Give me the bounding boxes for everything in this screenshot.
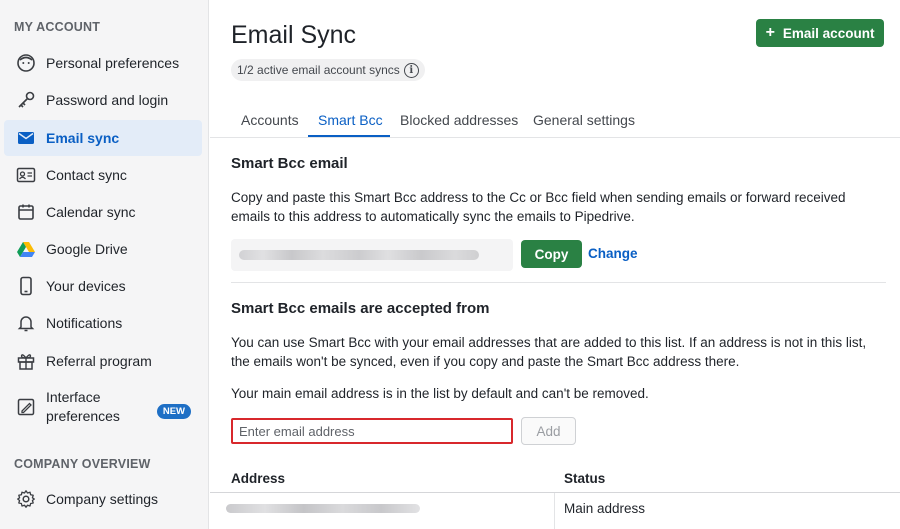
sidebar-item-calendar-sync[interactable]: Calendar sync <box>4 194 202 230</box>
smart-bcc-description: Copy and paste this Smart Bcc address to… <box>231 190 846 224</box>
calendar-icon <box>16 202 36 222</box>
sync-status-text: 1/2 active email account syncs <box>237 63 400 77</box>
active-tab-indicator <box>308 135 390 137</box>
sidebar-item-referral-program[interactable]: Referral program <box>4 343 202 379</box>
accepted-from-heading: Smart Bcc emails are accepted from <box>231 300 490 317</box>
plus-icon: + <box>765 24 775 41</box>
sidebar-item-password-login[interactable]: Password and login <box>4 82 202 118</box>
tabs-bar: Accounts Smart Bcc Blocked addresses Gen… <box>210 104 900 138</box>
redacted-address <box>226 504 420 513</box>
sidebar-item-personal-preferences[interactable]: Personal preferences <box>4 45 202 81</box>
sidebar-item-label: Email sync <box>46 129 120 146</box>
email-address-input[interactable] <box>231 418 513 444</box>
sidebar-item-contact-sync[interactable]: Contact sync <box>4 157 202 193</box>
sidebar-item-label: Password and login <box>46 91 169 108</box>
copy-button[interactable]: Copy <box>521 240 582 268</box>
sidebar-item-company-settings[interactable]: Company settings <box>4 481 202 517</box>
settings-sidebar: MY ACCOUNT Personal preferences Password… <box>0 0 209 529</box>
column-header-address: Address <box>231 471 286 486</box>
table-header-divider <box>210 492 900 493</box>
main-address-note: Your main email address is in the list b… <box>231 386 649 401</box>
section-company-overview: COMPANY OVERVIEW <box>14 457 151 471</box>
new-badge: NEW <box>156 404 191 419</box>
sidebar-item-notifications[interactable]: Notifications <box>4 305 202 341</box>
table-cell-status: Main address <box>564 501 646 516</box>
contact-card-icon <box>16 165 36 185</box>
accepted-from-description: You can use Smart Bcc with your email ad… <box>231 335 867 369</box>
change-link[interactable]: Change <box>588 246 638 261</box>
sidebar-item-your-devices[interactable]: Your devices <box>4 268 202 304</box>
interface-edit-icon <box>16 397 36 417</box>
sidebar-item-label: Personal preferences <box>46 54 180 71</box>
face-icon <box>16 53 36 73</box>
key-icon <box>16 90 36 110</box>
google-drive-icon <box>16 239 36 259</box>
smart-bcc-heading: Smart Bcc email <box>231 155 348 172</box>
sync-status-pill: 1/2 active email account syncs i <box>231 59 425 81</box>
page-title: Email Sync <box>231 21 357 49</box>
phone-icon <box>16 276 36 296</box>
sidebar-item-label: Company settings <box>46 490 159 507</box>
gift-icon <box>16 351 36 371</box>
add-email-account-label: Email account <box>782 25 875 41</box>
sidebar-item-label: Calendar sync <box>46 203 136 220</box>
section-divider <box>231 282 886 283</box>
info-icon[interactable]: i <box>403 62 419 78</box>
add-email-account-button[interactable]: + Email account <box>756 19 884 47</box>
sidebar-item-label: Interface preferences <box>46 389 120 424</box>
tab-accounts[interactable]: Accounts <box>241 112 299 128</box>
column-separator <box>554 493 555 529</box>
smart-bcc-address-field <box>231 239 513 271</box>
column-header-status: Status <box>564 471 606 486</box>
sidebar-item-label: Referral program <box>46 352 152 369</box>
gear-icon <box>16 489 36 509</box>
redacted-email <box>239 250 479 260</box>
section-my-account: MY ACCOUNT <box>14 20 101 34</box>
tab-general-settings[interactable]: General settings <box>533 112 635 128</box>
sidebar-item-interface-preferences[interactable]: Interface preferences NEW <box>4 384 202 430</box>
sidebar-item-google-drive[interactable]: Google Drive <box>4 231 202 267</box>
main-content: Email Sync + Email account 1/2 active em… <box>210 0 900 529</box>
add-address-button[interactable]: Add <box>521 417 576 445</box>
sidebar-item-label: Notifications <box>46 314 123 331</box>
tab-smart-bcc[interactable]: Smart Bcc <box>318 112 383 128</box>
sidebar-item-label: Your devices <box>46 277 126 294</box>
mail-icon <box>16 128 36 148</box>
sidebar-item-label: Google Drive <box>46 240 128 257</box>
sidebar-item-email-sync[interactable]: Email sync <box>4 120 202 156</box>
bell-icon <box>16 313 36 333</box>
tab-blocked-addresses[interactable]: Blocked addresses <box>400 112 518 128</box>
sidebar-item-label: Contact sync <box>46 166 127 183</box>
